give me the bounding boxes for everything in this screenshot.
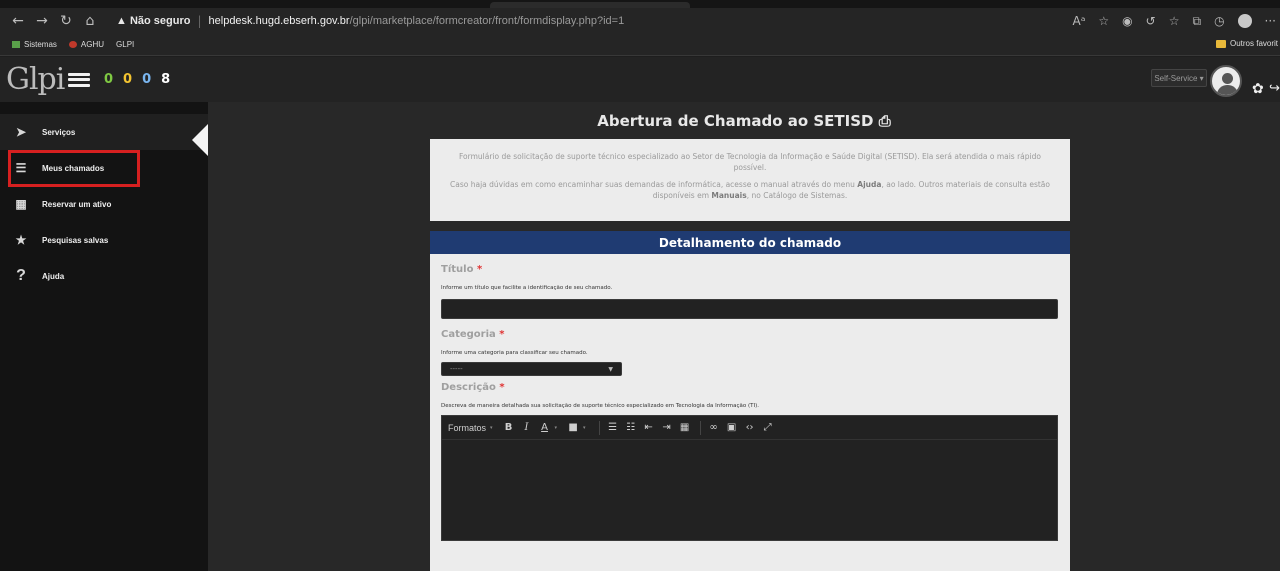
categoria-help: Informe uma categoria para classificar s…: [441, 350, 588, 356]
warning-icon: ▲: [116, 15, 127, 27]
sidebar-item-servicos[interactable]: ➤ Serviços: [0, 114, 208, 156]
indent-icon[interactable]: ⇥: [659, 422, 675, 433]
form-description: Formulário de solicitação de suporte téc…: [430, 139, 1070, 221]
sidebar-item-label: Pesquisas salvas: [42, 235, 109, 245]
calendar-icon: ▦: [15, 197, 27, 211]
bookmark-aghu[interactable]: AGHU: [68, 40, 104, 49]
titulo-help: Informe um título que facilite a identif…: [441, 285, 613, 291]
user-avatar[interactable]: [1210, 65, 1242, 97]
history-icon[interactable]: ◷: [1214, 14, 1224, 28]
forward-icon[interactable]: →: [30, 13, 54, 29]
url-field[interactable]: helpdesk.hugd.ebserh.gov.br/glpi/marketp…: [209, 15, 625, 27]
read-aloud-icon[interactable]: Aᵃ: [1072, 14, 1085, 28]
text-color-icon[interactable]: A: [537, 422, 553, 433]
paper-plane-icon: ➤: [15, 125, 27, 139]
counter-processing[interactable]: 0: [142, 72, 151, 87]
sidebar-item-label: Reservar um ativo: [42, 199, 112, 209]
counter-pending[interactable]: 0: [123, 72, 132, 87]
browser-tab-strip: [0, 0, 1280, 8]
gear-icon[interactable]: ✿: [1252, 81, 1264, 97]
collections-icon[interactable]: ⧉: [1192, 14, 1201, 29]
editor-toolbar: Formatos ▾ B I A ▾ ■ ▾ ☰ ☷ ⇤ ⇥ ▦ ∞ ▣ ‹› ⤢: [442, 416, 1057, 440]
counter-total[interactable]: 8: [161, 72, 170, 87]
counter-new[interactable]: 0: [104, 72, 113, 87]
sidebar-item-label: Serviços: [42, 127, 76, 137]
ticket-counters: 0 0 0 8: [104, 72, 170, 87]
extension-icon[interactable]: ◉: [1122, 14, 1132, 28]
star-icon: ★: [15, 233, 27, 247]
aghu-icon: [68, 41, 77, 48]
formats-dropdown[interactable]: Formatos: [448, 423, 486, 433]
other-favorites[interactable]: Outros favorit: [1215, 39, 1278, 48]
italic-icon[interactable]: I: [519, 422, 535, 433]
categoria-label: Categoria *: [441, 329, 505, 340]
bullet-list-icon[interactable]: ☰: [605, 422, 621, 433]
browser-address-bar: ← → ↻ ⌂ ▲ Não seguro | helpdesk.hugd.ebs…: [0, 8, 1280, 34]
section-title: Detalhamento do chamado: [430, 231, 1070, 254]
more-menu-icon[interactable]: ···: [1265, 14, 1276, 28]
bookmark-sistemas[interactable]: Sistemas: [12, 40, 57, 49]
reload-icon[interactable]: ↻: [54, 13, 78, 29]
print-icon[interactable]: ⎙: [879, 112, 891, 130]
ticket-form: Detalhamento do chamado Título * Informe…: [430, 231, 1070, 571]
favorites-icon[interactable]: ☆: [1169, 14, 1180, 28]
sidebar-item-label: Ajuda: [42, 271, 65, 281]
titulo-label: Título *: [441, 264, 483, 275]
fullscreen-icon[interactable]: ⤢: [760, 422, 776, 433]
sidebar-item-ajuda[interactable]: ? Ajuda: [0, 258, 208, 294]
favorite-star-icon[interactable]: ☆: [1098, 14, 1109, 28]
logout-icon[interactable]: ↪: [1269, 81, 1280, 96]
numbered-list-icon[interactable]: ☷: [623, 422, 639, 433]
descricao-help: Descreva de maneira detalhada sua solici…: [441, 403, 759, 409]
back-icon[interactable]: ←: [6, 13, 30, 29]
chart-icon: [12, 41, 20, 48]
titulo-input[interactable]: [441, 299, 1058, 319]
page-title: Abertura de Chamado ao SETISD ⎙: [597, 112, 891, 130]
source-code-icon[interactable]: ‹›: [742, 422, 758, 433]
main-content: Abertura de Chamado ao SETISD ⎙ Formulár…: [208, 102, 1280, 571]
descricao-label: Descrição *: [441, 382, 505, 393]
descricao-editor[interactable]: Formatos ▾ B I A ▾ ■ ▾ ☰ ☷ ⇤ ⇥ ▦ ∞ ▣ ‹› ⤢: [441, 415, 1058, 541]
folder-icon: [1215, 39, 1226, 48]
link-icon[interactable]: ∞: [706, 422, 722, 433]
image-icon[interactable]: ▣: [724, 422, 740, 433]
background-color-icon[interactable]: ■: [565, 422, 581, 433]
categoria-select[interactable]: ----- ▼: [441, 362, 622, 376]
highlight-box: [8, 150, 140, 187]
sidebar-item-pesquisas-salvas[interactable]: ★ Pesquisas salvas: [0, 222, 208, 258]
sidebar-item-reservar-ativo[interactable]: ▦ Reservar um ativo: [0, 186, 208, 222]
home-icon[interactable]: ⌂: [78, 13, 102, 29]
hamburger-menu-icon[interactable]: [68, 72, 90, 87]
refresh-extension-icon[interactable]: ↺: [1146, 14, 1156, 28]
security-indicator[interactable]: ▲ Não seguro: [116, 15, 190, 27]
bookmarks-bar: Sistemas AGHU GLPI Outros favorit: [0, 34, 1280, 56]
browser-profile-icon[interactable]: [1237, 14, 1252, 28]
table-icon[interactable]: ▦: [677, 422, 693, 433]
app-header: Glpi 0 0 0 8 Self-Service ▾ ✿ ↪: [0, 57, 1280, 102]
url-separator: |: [197, 14, 202, 28]
glpi-logo[interactable]: Glpi: [6, 62, 65, 97]
question-icon: ?: [16, 267, 26, 284]
profile-selector[interactable]: Self-Service ▾: [1151, 69, 1207, 87]
bookmark-glpi[interactable]: GLPI: [116, 40, 134, 49]
chevron-down-icon: ▼: [608, 365, 613, 373]
bold-icon[interactable]: B: [501, 422, 517, 433]
outdent-icon[interactable]: ⇤: [641, 422, 657, 433]
